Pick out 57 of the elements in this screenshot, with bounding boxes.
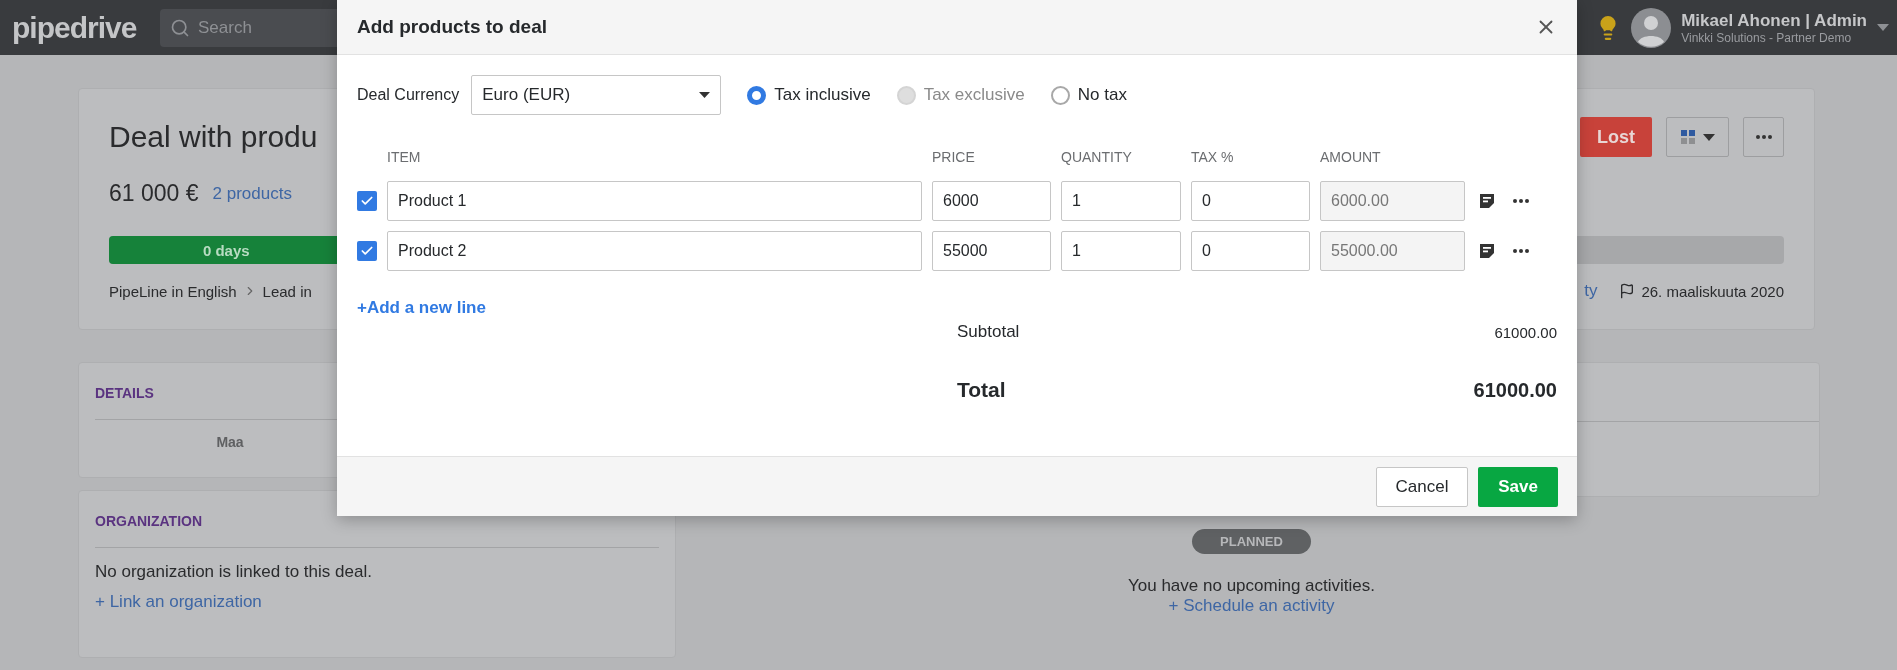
check-icon — [360, 244, 374, 258]
more-icon — [1513, 249, 1529, 253]
column-header: AMOUNT — [1320, 149, 1382, 167]
check-icon — [360, 194, 374, 208]
price-field[interactable]: 6000 — [932, 181, 1051, 221]
more-icon — [1755, 135, 1772, 139]
radio-button[interactable] — [747, 85, 767, 105]
user-company: Vinkki Solutions - Partner Demo — [1681, 30, 1853, 45]
view-button[interactable] — [1666, 117, 1729, 157]
radio-label: No tax — [1077, 85, 1127, 105]
column-header: PRICE — [932, 149, 976, 167]
status-pill: PLANNED — [1192, 529, 1311, 554]
deal-title: Deal with produ — [109, 120, 318, 154]
currency-label: Deal Currency — [357, 86, 460, 104]
tax-field[interactable]: 0 — [1191, 181, 1310, 221]
caret-icon[interactable] — [1877, 23, 1889, 32]
total-value: 61000.00 — [1472, 378, 1557, 402]
radio-button[interactable] — [1050, 85, 1070, 105]
more-icon — [1513, 199, 1529, 203]
amount-field[interactable]: 55000.00 — [1320, 231, 1465, 271]
quantity-field[interactable]: 1 — [1061, 231, 1181, 271]
amount-field[interactable]: 6000.00 — [1320, 181, 1465, 221]
checkbox[interactable] — [357, 191, 377, 211]
quantity-field[interactable]: 1 — [1061, 181, 1181, 221]
add-line-link[interactable]: +Add a new line — [357, 298, 486, 318]
field-label: Maa — [215, 434, 245, 450]
item-field[interactable]: Product 1 — [387, 181, 922, 221]
breadcrumb-item[interactable]: Lead in — [262, 282, 312, 300]
note-icon — [1478, 242, 1496, 260]
breadcrumb-item[interactable]: PipeLine in English — [109, 282, 237, 300]
item-field[interactable]: Product 2 — [387, 231, 922, 271]
price-field[interactable]: 55000 — [932, 231, 1051, 271]
note-icon — [1478, 192, 1496, 210]
logo[interactable]: pipedrive — [12, 10, 160, 45]
search-icon — [170, 17, 190, 38]
close-date: 26. maaliskuuta 2020 — [1641, 282, 1784, 300]
deal-value: 61 000 € — [109, 180, 199, 207]
grid-icon — [1680, 130, 1695, 144]
subtotal-value: 61000.00 — [1493, 323, 1557, 341]
caret-icon — [699, 92, 711, 98]
currency-select[interactable]: Euro (EUR) — [471, 75, 722, 115]
checkbox[interactable] — [357, 241, 377, 261]
empty-message: You have no upcoming activities. — [1128, 576, 1375, 596]
column-header: QUANTITY — [1061, 149, 1133, 167]
column-header: TAX % — [1191, 149, 1235, 167]
avatar-icon[interactable] — [1631, 7, 1672, 48]
column-header: ITEM — [387, 149, 422, 167]
tax-field[interactable]: 0 — [1191, 231, 1310, 271]
empty-message: No organization is linked to this deal. — [95, 562, 373, 582]
flag-icon — [1619, 283, 1636, 299]
radio-label: Tax exclusive — [923, 85, 1025, 105]
radio-label: Tax inclusive — [774, 85, 871, 105]
cancel-button[interactable]: Cancel — [1376, 466, 1468, 507]
total-label: Total — [957, 378, 1007, 402]
caret-icon — [1702, 133, 1715, 141]
user-name: Mikael Ahonen | Admin — [1681, 10, 1867, 31]
subtotal-label: Subtotal — [957, 322, 1021, 342]
